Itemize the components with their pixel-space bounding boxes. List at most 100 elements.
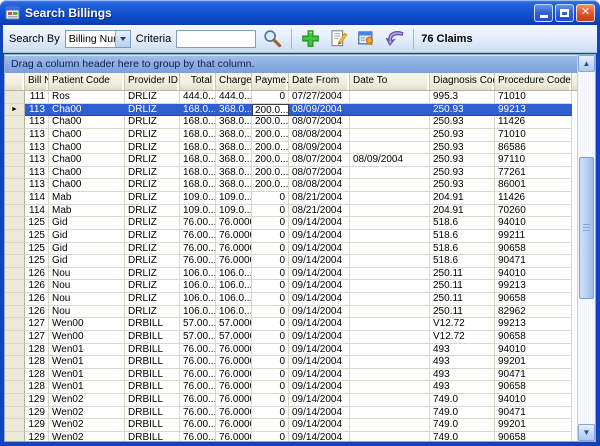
row-selector[interactable] xyxy=(5,344,25,357)
cell[interactable]: 76.00... xyxy=(180,419,216,432)
row-selector[interactable] xyxy=(5,243,25,256)
cell[interactable]: 749.0 xyxy=(430,419,495,432)
row-selector[interactable] xyxy=(5,356,25,369)
cell[interactable]: 76.0000 xyxy=(216,217,252,230)
column-header-bill-no[interactable]: Bill No. xyxy=(25,73,49,90)
cell[interactable]: 127 xyxy=(25,331,49,344)
cell[interactable]: 168.0... xyxy=(180,116,216,129)
cell[interactable]: 76.00... xyxy=(180,432,216,441)
cell[interactable]: 204.91 xyxy=(430,205,495,218)
cell[interactable]: 0 xyxy=(252,205,289,218)
row-selector[interactable] xyxy=(5,280,25,293)
cell[interactable]: 109.0... xyxy=(216,205,252,218)
cell[interactable]: 0 xyxy=(252,331,289,344)
cell[interactable]: V12.72 xyxy=(430,318,495,331)
cell[interactable]: 444.0... xyxy=(216,91,252,104)
cell[interactable]: 57.0000 xyxy=(216,318,252,331)
cell[interactable]: 82962 xyxy=(495,306,572,319)
cell[interactable]: 109.0... xyxy=(180,192,216,205)
cell[interactable]: 128 xyxy=(25,356,49,369)
cell[interactable]: 128 xyxy=(25,344,49,357)
cell[interactable]: 99211 xyxy=(495,230,572,243)
cell[interactable]: 125 xyxy=(25,255,49,268)
cell[interactable]: 57.0000 xyxy=(216,331,252,344)
cell[interactable]: Mab xyxy=(49,192,125,205)
cell[interactable]: DRBILL xyxy=(125,318,180,331)
table-row[interactable]: 126NouDRLIZ106.0...106.0...009/14/200425… xyxy=(5,268,577,281)
cell[interactable]: 250.93 xyxy=(430,154,495,167)
row-selector[interactable] xyxy=(5,306,25,319)
cell[interactable]: 70260 xyxy=(495,205,572,218)
send-claim-button[interactable] xyxy=(383,27,406,50)
cell[interactable] xyxy=(350,255,430,268)
cell[interactable]: 0 xyxy=(252,293,289,306)
row-selector[interactable] xyxy=(5,268,25,281)
cell[interactable]: 125 xyxy=(25,230,49,243)
cell[interactable]: 07/27/2004 xyxy=(289,91,350,104)
row-selector[interactable] xyxy=(5,167,25,180)
cell[interactable]: 126 xyxy=(25,293,49,306)
table-row[interactable]: 129Wen02DRBILL76.00...76.0000009/14/2004… xyxy=(5,407,577,420)
cell[interactable]: 129 xyxy=(25,394,49,407)
table-row[interactable]: 128Wen01DRBILL76.00...76.0000009/14/2004… xyxy=(5,344,577,357)
cell[interactable]: 113 xyxy=(25,154,49,167)
cell[interactable]: Gid xyxy=(49,230,125,243)
cell[interactable] xyxy=(350,344,430,357)
cell[interactable]: DRLIZ xyxy=(125,129,180,142)
cell[interactable]: 0 xyxy=(252,344,289,357)
cell[interactable]: 368.0... xyxy=(216,154,252,167)
row-selector[interactable] xyxy=(5,432,25,441)
table-row[interactable]: 126NouDRLIZ106.0...106.0...009/14/200425… xyxy=(5,280,577,293)
cell[interactable]: 0 xyxy=(252,381,289,394)
cell[interactable]: Cha00 xyxy=(49,154,125,167)
cell[interactable]: 76.0000 xyxy=(216,356,252,369)
cell[interactable]: 368.0... xyxy=(216,104,252,117)
cell[interactable]: Wen02 xyxy=(49,432,125,441)
cell[interactable]: 09/14/2004 xyxy=(289,217,350,230)
cell[interactable]: Wen02 xyxy=(49,394,125,407)
cell[interactable]: 125 xyxy=(25,217,49,230)
cell[interactable]: 168.0... xyxy=(180,129,216,142)
cell[interactable]: DRLIZ xyxy=(125,91,180,104)
cell[interactable]: Wen01 xyxy=(49,369,125,382)
row-selector[interactable] xyxy=(5,394,25,407)
cell[interactable]: Cha00 xyxy=(49,142,125,155)
group-by-bar[interactable]: Drag a column header here to group by th… xyxy=(5,55,577,73)
cell[interactable]: 200.0... xyxy=(252,129,289,142)
column-header-date-to[interactable]: Date To xyxy=(350,73,430,90)
cell[interactable]: DRBILL xyxy=(125,356,180,369)
cell[interactable]: 09/14/2004 xyxy=(289,268,350,281)
cell[interactable] xyxy=(350,230,430,243)
cell[interactable]: DRLIZ xyxy=(125,192,180,205)
row-selector[interactable]: ► xyxy=(5,104,25,117)
cell[interactable]: 76.00... xyxy=(180,369,216,382)
table-row[interactable]: 128Wen01DRBILL76.00...76.0000009/14/2004… xyxy=(5,369,577,382)
criteria-input[interactable] xyxy=(176,30,256,48)
column-header-date-from[interactable]: Date From xyxy=(289,73,350,90)
cell[interactable]: 250.11 xyxy=(430,293,495,306)
table-row[interactable]: 113Cha00DRLIZ168.0...368.0...200.0...08/… xyxy=(5,116,577,129)
column-header-provider-id[interactable]: Provider ID xyxy=(125,73,180,90)
cell[interactable]: 57.00... xyxy=(180,318,216,331)
table-row[interactable]: 125GidDRLIZ76.00...76.0000009/14/2004518… xyxy=(5,217,577,230)
cell[interactable]: 368.0... xyxy=(216,142,252,155)
cell[interactable]: DRBILL xyxy=(125,432,180,441)
row-selector[interactable] xyxy=(5,407,25,420)
cell[interactable]: 09/14/2004 xyxy=(289,331,350,344)
cell[interactable]: 109.0... xyxy=(180,205,216,218)
cell[interactable]: 99213 xyxy=(495,318,572,331)
cell[interactable]: 111 xyxy=(25,91,49,104)
cell[interactable]: 368.0... xyxy=(216,116,252,129)
cell[interactable]: 09/14/2004 xyxy=(289,407,350,420)
combo-dropdown-button[interactable] xyxy=(115,31,130,47)
table-row[interactable]: 126NouDRLIZ106.0...106.0...009/14/200425… xyxy=(5,293,577,306)
cell[interactable]: 09/14/2004 xyxy=(289,306,350,319)
table-row[interactable]: 126NouDRLIZ106.0...106.0...009/14/200425… xyxy=(5,306,577,319)
cell[interactable] xyxy=(350,268,430,281)
cell[interactable]: Cha00 xyxy=(49,129,125,142)
cell[interactable]: 106.0... xyxy=(180,306,216,319)
cell[interactable]: Cha00 xyxy=(49,179,125,192)
table-row[interactable]: 113Cha00DRLIZ168.0...368.0...200.0...08/… xyxy=(5,167,577,180)
cell[interactable]: DRLIZ xyxy=(125,255,180,268)
cell[interactable]: Gid xyxy=(49,243,125,256)
